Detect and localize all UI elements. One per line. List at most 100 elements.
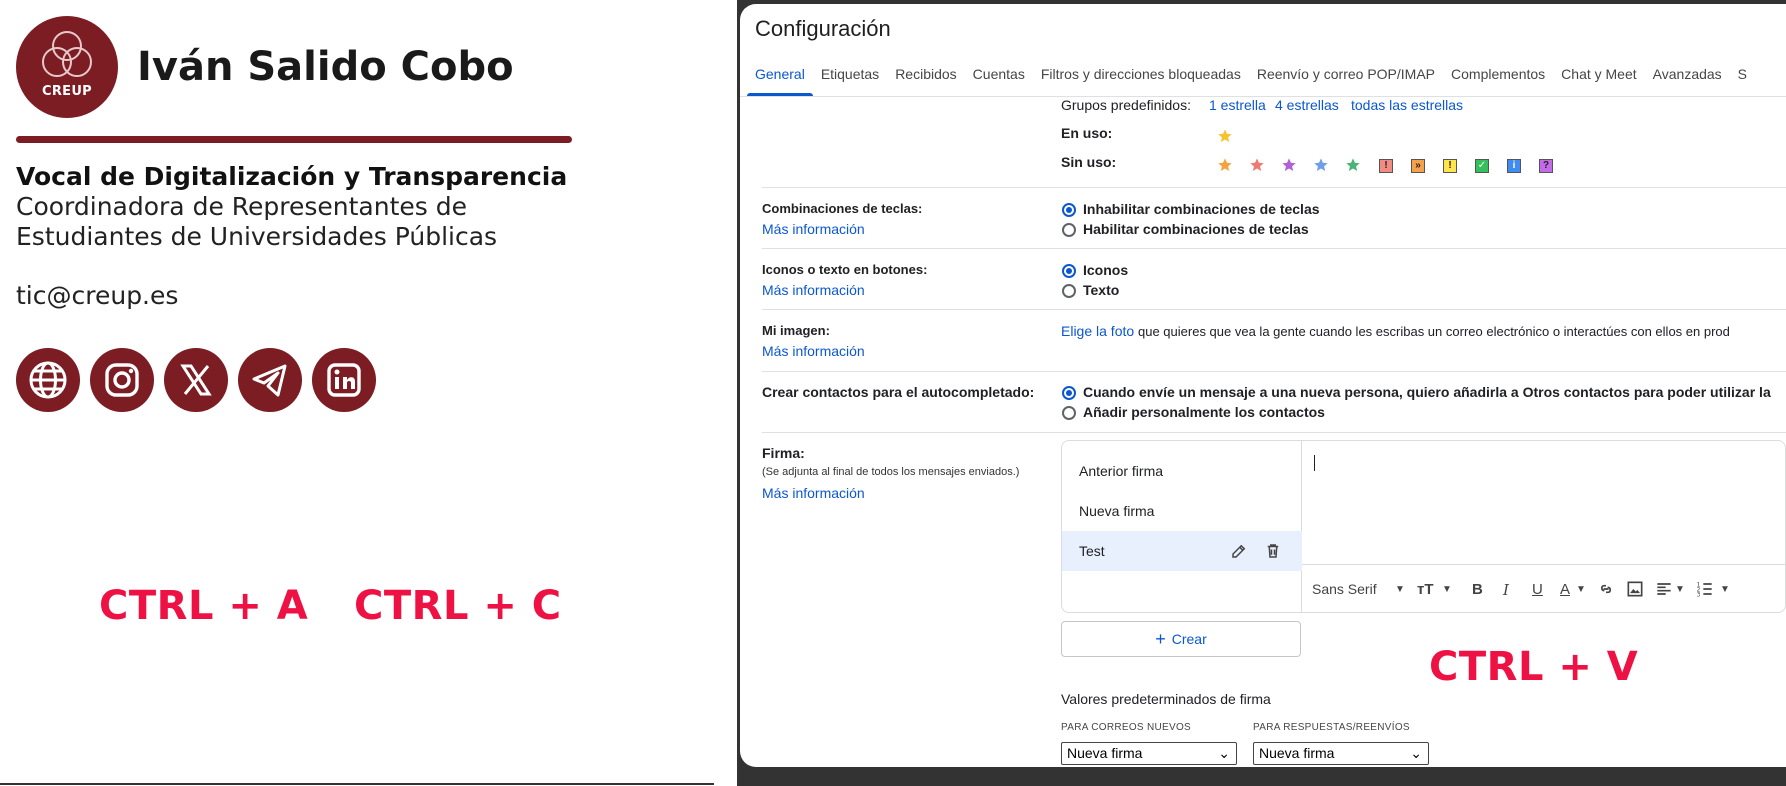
- page-title: Configuración: [755, 16, 891, 41]
- numbered-list-icon[interactable]: 123: [1695, 579, 1715, 599]
- logo-text: CREUP: [41, 84, 92, 99]
- chevron-down-icon: ⌄: [1218, 745, 1230, 761]
- manual-contacts-label[interactable]: Añadir personalmente los contactos: [1083, 404, 1325, 420]
- blue-star-icon[interactable]: [1313, 157, 1329, 173]
- tab-filters[interactable]: Filtros y direcciones bloqueadas: [1033, 62, 1249, 96]
- signature-email: tic@creup.es: [16, 281, 179, 310]
- picture-setting-label: Mi imagen:: [762, 323, 830, 338]
- stars-in-use-label: En uso:: [1061, 125, 1113, 141]
- green-star-icon[interactable]: [1345, 157, 1361, 173]
- contacts-setting-label: Crear contactos para el autocompletado:: [762, 384, 1035, 400]
- red-star-icon[interactable]: [1249, 157, 1265, 173]
- in-use-stars: [1217, 128, 1237, 148]
- x-icon[interactable]: [164, 348, 228, 412]
- yellow-bang-icon[interactable]: !: [1443, 159, 1457, 173]
- auto-add-contacts-radio[interactable]: [1062, 386, 1076, 400]
- signature-role: Vocal de Digitalización y Transparencia: [16, 162, 568, 191]
- preset-1-star-link[interactable]: 1 estrella: [1209, 97, 1266, 113]
- divider: [762, 248, 1786, 249]
- tab-inbox[interactable]: Recibidos: [887, 62, 964, 96]
- reply-caption: PARA RESPUESTAS/REENVÍOS: [1253, 722, 1410, 733]
- signature-setting-sublabel: (Se adjunta al final de todos los mensaj…: [762, 466, 1020, 478]
- signature-org-line-1: Coordinadora de Representantes de: [16, 192, 468, 221]
- signature-manager: Anterior firma Nueva firma Test Sans Ser…: [1061, 440, 1786, 613]
- shortcuts-off-label[interactable]: Inhabilitar combinaciones de teclas: [1083, 201, 1320, 217]
- reply-signature-value: Nueva firma: [1259, 745, 1335, 761]
- underline-icon[interactable]: U: [1532, 581, 1543, 598]
- manual-contacts-radio[interactable]: [1062, 406, 1076, 420]
- divider: [762, 309, 1786, 310]
- signature-name: Iván Salido Cobo: [137, 44, 514, 90]
- image-icon[interactable]: [1625, 579, 1645, 599]
- pencil-icon[interactable]: [1230, 542, 1248, 560]
- tab-accounts[interactable]: Cuentas: [965, 62, 1033, 96]
- signature-item-new[interactable]: Nueva firma: [1062, 491, 1302, 531]
- signature-defaults-title: Valores predeterminados de firma: [1061, 691, 1271, 707]
- signature-editor[interactable]: Sans Serif ▼ тT ▼ B I U A ▼ ▼ 123 ▼: [1302, 441, 1785, 612]
- create-signature-label: Crear: [1171, 631, 1207, 647]
- settings-tabs: General Etiquetas Recibidos Cuentas Filt…: [747, 62, 1755, 96]
- divider: [762, 432, 1786, 433]
- blue-info-icon[interactable]: i: [1507, 159, 1521, 173]
- text-color-icon[interactable]: A: [1560, 581, 1570, 598]
- shortcut-select-all: CTRL + A: [99, 583, 309, 629]
- chevron-down-icon: ▼: [1576, 584, 1586, 595]
- orange-star-icon[interactable]: [1217, 157, 1233, 173]
- tab-forwarding[interactable]: Reenvío y correo POP/IMAP: [1249, 62, 1443, 96]
- tab-more[interactable]: S: [1730, 62, 1755, 96]
- purple-star-icon[interactable]: [1281, 157, 1297, 173]
- new-mail-signature-select[interactable]: Nueva firma ⌄: [1061, 742, 1237, 765]
- font-family-select[interactable]: Sans Serif: [1312, 581, 1377, 597]
- tab-addons[interactable]: Complementos: [1443, 62, 1553, 96]
- purple-question-icon[interactable]: ?: [1539, 159, 1553, 173]
- link-icon[interactable]: [1596, 579, 1616, 599]
- chevron-down-icon: ▼: [1395, 584, 1405, 595]
- shortcuts-setting-label: Combinaciones de teclas:: [762, 201, 923, 216]
- preset-all-stars-link[interactable]: todas las estrellas: [1351, 97, 1463, 113]
- green-check-icon[interactable]: ✓: [1475, 159, 1489, 173]
- auto-add-contacts-label[interactable]: Cuando envíe un mensaje a una nueva pers…: [1083, 384, 1771, 400]
- formatting-toolbar: Sans Serif ▼ тT ▼ B I U A ▼ ▼ 123 ▼: [1302, 565, 1785, 612]
- logo-rings-icon: [42, 31, 92, 77]
- yellow-star-icon[interactable]: [1217, 128, 1233, 144]
- shortcuts-on-radio[interactable]: [1062, 223, 1076, 237]
- signature-item-previous[interactable]: Anterior firma: [1062, 451, 1302, 491]
- globe-icon[interactable]: [16, 348, 80, 412]
- unused-stars: ! » ! ✓ i ?: [1217, 157, 1617, 177]
- icons-radio[interactable]: [1062, 264, 1076, 278]
- linkedin-icon[interactable]: [312, 348, 376, 412]
- tab-labels[interactable]: Etiquetas: [813, 62, 887, 96]
- tab-advanced[interactable]: Avanzadas: [1645, 62, 1730, 96]
- divider: [0, 783, 714, 785]
- bold-icon[interactable]: B: [1472, 581, 1483, 598]
- signature-item-test[interactable]: Test: [1062, 531, 1302, 571]
- preset-4-stars-link[interactable]: 4 estrellas: [1275, 97, 1339, 113]
- instagram-icon[interactable]: [90, 348, 154, 412]
- tab-general[interactable]: General: [747, 62, 813, 96]
- button-labels-setting-label: Iconos o texto en botones:: [762, 262, 928, 277]
- picture-more-info-link[interactable]: Más información: [762, 343, 865, 359]
- text-radio[interactable]: [1062, 284, 1076, 298]
- text-label[interactable]: Texto: [1083, 282, 1119, 298]
- telegram-icon[interactable]: [238, 348, 302, 412]
- svg-text:3: 3: [1697, 593, 1701, 599]
- trash-icon[interactable]: [1264, 542, 1282, 560]
- shortcuts-more-info-link[interactable]: Más información: [762, 221, 865, 237]
- tab-chat-meet[interactable]: Chat y Meet: [1553, 62, 1644, 96]
- shortcuts-off-radio[interactable]: [1062, 203, 1076, 217]
- orange-guillemet-icon[interactable]: »: [1411, 159, 1425, 173]
- choose-photo-link[interactable]: Elige la foto: [1061, 323, 1134, 339]
- reply-signature-select[interactable]: Nueva firma ⌄: [1253, 742, 1429, 765]
- align-icon[interactable]: [1654, 579, 1674, 599]
- red-bang-icon[interactable]: !: [1379, 159, 1393, 173]
- font-size-icon[interactable]: тT: [1417, 581, 1434, 598]
- create-signature-button[interactable]: + Crear: [1061, 621, 1301, 657]
- signature-org-line-2: Estudiantes de Universidades Públicas: [16, 222, 498, 251]
- shortcuts-on-label[interactable]: Habilitar combinaciones de teclas: [1083, 221, 1309, 237]
- icons-label[interactable]: Iconos: [1083, 262, 1128, 278]
- more-options-chevron-icon[interactable]: ▼: [1720, 584, 1730, 595]
- plus-icon: +: [1155, 628, 1166, 649]
- button-labels-more-info-link[interactable]: Más información: [762, 282, 865, 298]
- italic-icon[interactable]: I: [1503, 581, 1509, 599]
- signature-more-info-link[interactable]: Más información: [762, 485, 865, 501]
